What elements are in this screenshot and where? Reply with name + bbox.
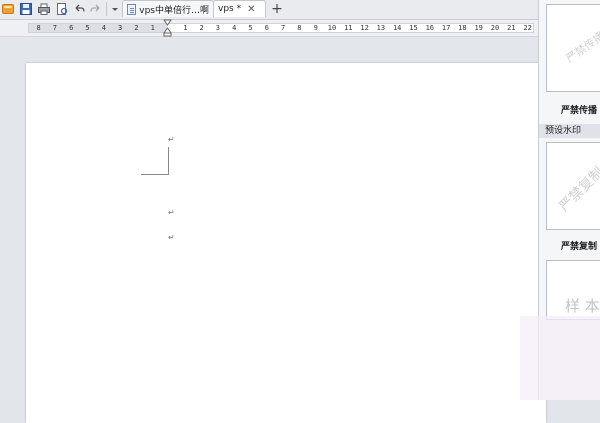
ruler-tick-label: 1 <box>150 24 155 32</box>
watermark-caption: 严禁传播 <box>561 106 598 116</box>
ruler-tick-label: 15 <box>409 24 418 32</box>
ruler-tick-label: 2 <box>134 24 139 32</box>
horizontal-ruler[interactable]: 87654321 1 2 3 4 5 6 7 8 9 10 11 12 13 14 15 16 17 18 19 20… <box>28 23 534 33</box>
redo-icon[interactable] <box>90 3 102 15</box>
ruler-tick-label: 5 <box>248 24 253 32</box>
margin-corner-marker <box>141 147 169 175</box>
ruler-tick-label: 3 <box>117 24 123 32</box>
ruler-tick-label: 7 <box>280 24 286 32</box>
undo-icon[interactable] <box>73 3 85 15</box>
tab-label: vps中单倍行…啊 <box>139 5 209 16</box>
document-canvas[interactable]: ↵ ↵ ↵ <box>0 37 546 423</box>
ruler-tick-label: 14 <box>392 24 402 32</box>
ruler-tick-label: 2 <box>199 24 204 32</box>
watermark-caption: 严禁复制 <box>561 242 598 252</box>
ruler-tick-label: 22 <box>523 24 532 32</box>
watermark-preview-text: 严禁传播 <box>563 29 600 66</box>
ruler-tick-label: 4 <box>101 24 106 32</box>
paragraph-mark: ↵ <box>168 208 175 217</box>
ruler-tick-label: 3 <box>215 24 220 32</box>
ruler-margin-shade <box>29 24 167 32</box>
print-preview-icon[interactable] <box>56 3 68 15</box>
ruler-tick-label: 6 <box>69 24 74 32</box>
corner-overlay <box>520 316 600 400</box>
save-icon[interactable] <box>20 3 32 15</box>
dropdown-arrow-icon[interactable] <box>109 3 121 15</box>
ruler-tick-label: 17 <box>441 24 451 32</box>
ruler-tick-label: 11 <box>344 24 353 32</box>
ruler-tick-label: 4 <box>232 24 237 32</box>
tab-label: vps * <box>218 4 242 14</box>
document-page[interactable]: ↵ ↵ ↵ <box>26 63 546 423</box>
ruler-tick-label: 21 <box>507 24 516 32</box>
toolbar-separator <box>106 2 107 16</box>
document-icon <box>127 3 137 15</box>
ruler-tick-label: 20 <box>490 24 500 32</box>
watermark-preview-3[interactable]: 样 本 <box>546 260 600 320</box>
tab-document-2[interactable]: vps * ✕ <box>213 0 266 17</box>
ruler-tick-label: 12 <box>360 24 369 32</box>
plus-icon[interactable]: + <box>269 0 285 18</box>
watermark-preview-1[interactable]: 严禁传播 <box>546 4 600 92</box>
ruler-tick-label: 9 <box>313 24 318 32</box>
ruler-tick-label: 18 <box>458 24 467 32</box>
close-icon[interactable]: ✕ <box>247 4 255 15</box>
title-bar: vps中单倍行…啊 vps * ✕ + <box>0 0 600 20</box>
indent-marker[interactable] <box>163 19 172 37</box>
ruler-tick-label: 7 <box>52 24 57 32</box>
paragraph-mark: ↵ <box>168 135 175 144</box>
ruler-tick-label: 8 <box>297 24 302 32</box>
ruler-tick-label: 5 <box>85 24 90 32</box>
wps-logo-icon[interactable] <box>2 3 14 15</box>
watermark-preview-text: 严禁复制 <box>556 164 600 216</box>
ruler-tick-label: 16 <box>425 24 435 32</box>
ruler-bar: 87654321 1 2 3 4 5 6 7 8 9 10 11 12 13 14 15 16 17 18 19 20… <box>0 20 538 37</box>
tab-document-1[interactable]: vps中单倍行…啊 <box>122 0 214 17</box>
ruler-tick-label: 19 <box>474 24 483 32</box>
paragraph-mark: ↵ <box>168 233 175 242</box>
ruler-tick-label: 10 <box>327 24 337 32</box>
print-icon[interactable] <box>38 3 50 15</box>
ruler-tick-label: 6 <box>264 24 269 32</box>
ruler-tick-label: 8 <box>36 24 41 32</box>
section-title: 预设水印 <box>539 124 600 138</box>
watermark-preview-text: 样 本 <box>565 297 600 315</box>
ruler-tick-label: 1 <box>183 24 188 32</box>
ruler-tick-label: 13 <box>376 24 386 32</box>
watermark-preview-2[interactable]: 严禁复制 <box>546 142 600 230</box>
